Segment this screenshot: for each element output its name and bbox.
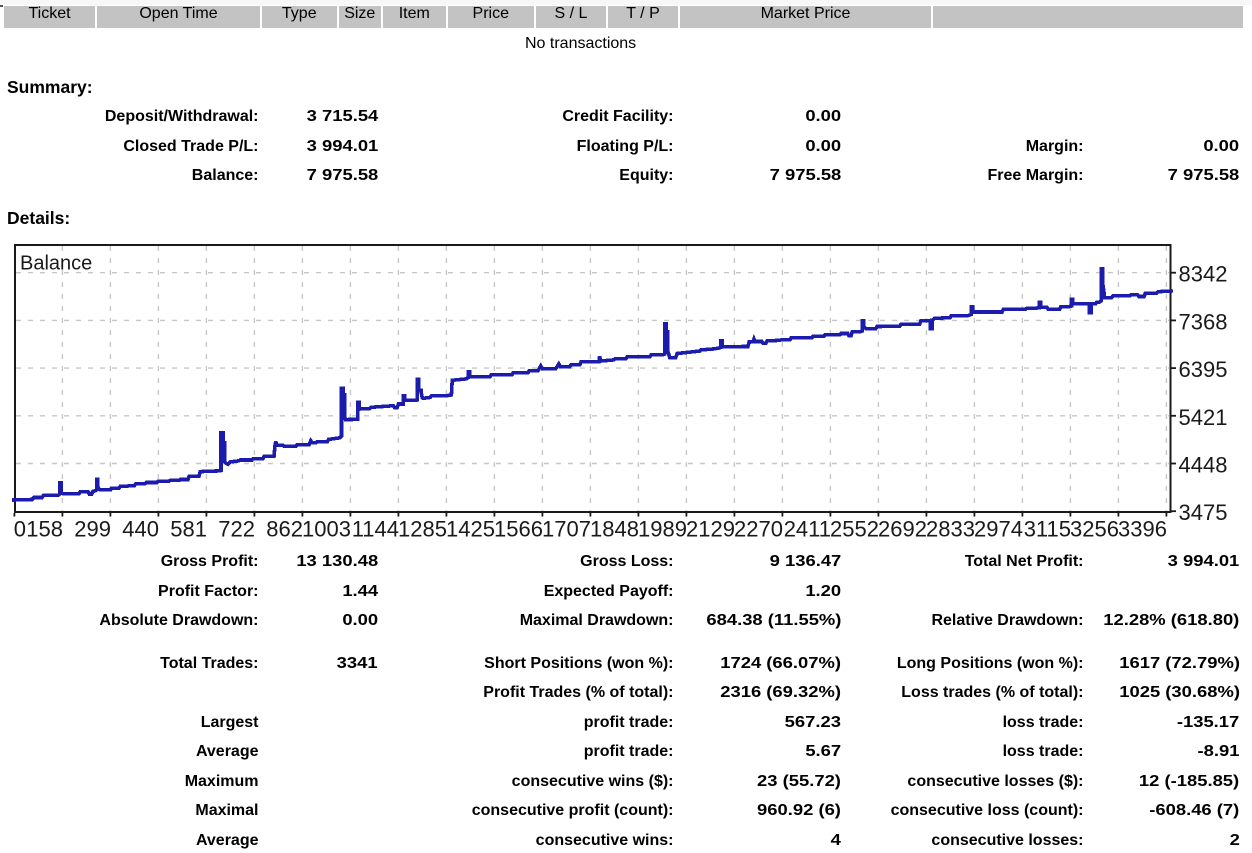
svg-text:7368: 7368 [1179, 309, 1228, 334]
svg-text:2692: 2692 [878, 517, 927, 542]
svg-text:1848: 1848 [590, 517, 639, 542]
svg-text:2411: 2411 [784, 517, 831, 542]
svg-text:5421: 5421 [1179, 405, 1228, 430]
svg-text:2129: 2129 [686, 517, 735, 542]
svg-text:0: 0 [14, 517, 26, 542]
svg-text:2552: 2552 [830, 517, 879, 542]
svg-text:Balance: Balance [20, 253, 92, 275]
svg-text:2270: 2270 [734, 517, 783, 542]
svg-text:3256: 3256 [1070, 517, 1119, 542]
svg-text:1707: 1707 [542, 517, 591, 542]
svg-text:3115: 3115 [1024, 517, 1071, 542]
svg-text:581: 581 [170, 517, 207, 542]
svg-text:299: 299 [74, 517, 111, 542]
svg-text:3475: 3475 [1179, 500, 1228, 525]
svg-text:1566: 1566 [494, 517, 543, 542]
svg-text:722: 722 [218, 517, 255, 542]
svg-text:440: 440 [122, 517, 159, 542]
svg-text:2833: 2833 [926, 517, 975, 542]
svg-text:862: 862 [266, 517, 303, 542]
svg-text:158: 158 [26, 517, 63, 542]
svg-text:1003: 1003 [302, 517, 351, 542]
svg-text:8342: 8342 [1179, 262, 1228, 287]
svg-text:3396: 3396 [1118, 517, 1167, 542]
svg-text:4448: 4448 [1179, 453, 1228, 478]
svg-text:6395: 6395 [1179, 357, 1228, 382]
svg-text:1144: 1144 [352, 517, 399, 542]
svg-text:2974: 2974 [974, 517, 1023, 542]
svg-text:1989: 1989 [638, 517, 687, 542]
svg-text:1425: 1425 [446, 517, 495, 542]
svg-text:1285: 1285 [398, 517, 447, 542]
